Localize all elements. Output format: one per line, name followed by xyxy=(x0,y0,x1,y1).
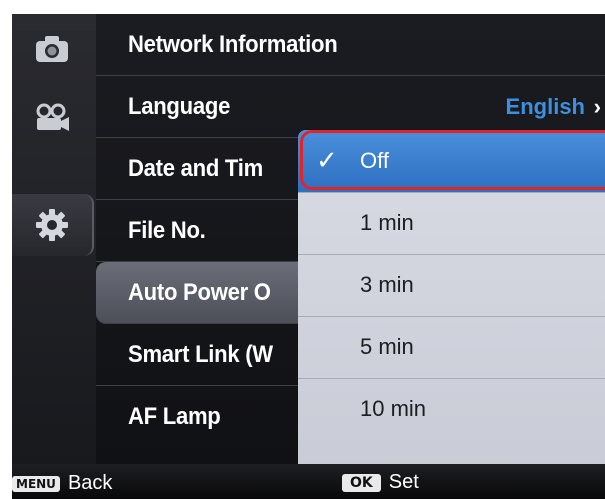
auto-power-off-dropdown: ✓ Off 1 min 3 min 5 min 10 min xyxy=(298,130,605,470)
menu-row-language[interactable]: Language English › xyxy=(96,76,605,138)
option-label: 1 min xyxy=(360,210,414,235)
set-button[interactable]: OK Set xyxy=(342,471,419,494)
option-1-min[interactable]: 1 min xyxy=(298,192,605,255)
option-3-min[interactable]: 3 min xyxy=(298,254,605,317)
checkmark-icon: ✓ xyxy=(316,146,338,176)
menu-row-label: File No. xyxy=(128,216,206,244)
option-off[interactable]: ✓ Off xyxy=(298,130,605,193)
option-10-min[interactable]: 10 min xyxy=(298,378,605,440)
camera-icon xyxy=(36,36,68,62)
language-value: English xyxy=(505,93,585,119)
back-label: Back xyxy=(67,472,113,494)
option-label: 5 min xyxy=(360,334,414,359)
mode-rail xyxy=(12,14,96,464)
option-label: 3 min xyxy=(360,272,414,297)
option-5-min[interactable]: 5 min xyxy=(298,316,605,379)
menu-row-label: AF Lamp xyxy=(128,402,221,430)
back-button[interactable]: MENU Back xyxy=(12,472,112,495)
option-label: 10 min xyxy=(360,396,427,421)
ok-key-icon: OK xyxy=(342,473,381,492)
menu-row-network-information[interactable]: Network Information xyxy=(96,14,605,76)
chevron-right-icon: › xyxy=(593,93,601,119)
bottom-bar: MENU Back OK Set xyxy=(12,464,605,499)
menu-row-label: Auto Power O xyxy=(128,278,271,306)
option-label: Off xyxy=(360,148,389,173)
gear-icon xyxy=(36,209,68,241)
tab-camera[interactable] xyxy=(12,18,92,80)
menu-row-label: Language xyxy=(128,92,231,120)
tab-settings[interactable] xyxy=(12,194,94,256)
menu-row-label: Date and Tim xyxy=(128,154,263,182)
menu-row-label: Smart Link (W xyxy=(128,340,273,368)
tab-video[interactable] xyxy=(12,86,92,148)
menu-key-icon: MENU xyxy=(12,475,60,492)
set-label: Set xyxy=(388,471,419,493)
menu-row-label: Network Information xyxy=(128,30,338,58)
camera-screen: Network Information Language English › D… xyxy=(12,14,605,499)
video-camera-icon xyxy=(36,103,69,131)
